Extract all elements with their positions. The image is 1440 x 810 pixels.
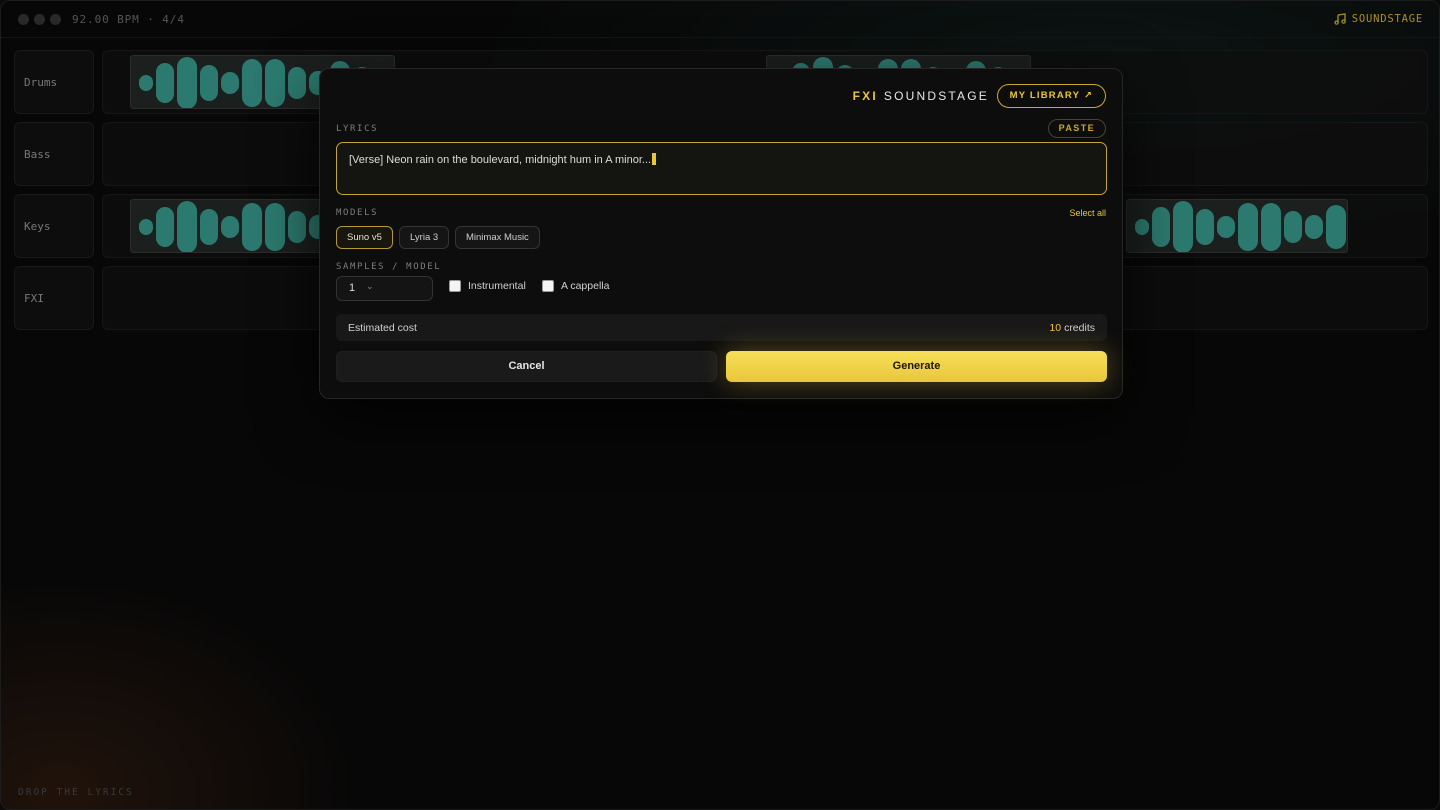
instrumental-label: Instrumental [468,280,526,292]
samples-select[interactable]: 1 ⌄ [336,276,433,301]
text-caret [652,153,657,165]
samples-value: 1 [349,282,356,294]
model-chip-suno[interactable]: Suno v5 [336,226,393,249]
model-chip-minimax[interactable]: Minimax Music [455,226,540,249]
acappella-checkbox[interactable] [542,280,554,292]
lyrics-text: [Verse] Neon rain on the boulevard, midn… [349,154,652,166]
dialog-brand: FXI SOUNDSTAGE [853,89,989,103]
select-all-link[interactable]: Select all [1069,208,1106,218]
samples-label: SAMPLES / MODEL [336,262,442,272]
app-window: 92.00 BPM · 4/4 SOUNDSTAGE Drums Bass Ke… [0,0,1440,810]
instrumental-option[interactable]: Instrumental [449,280,526,292]
generate-button[interactable]: Generate [726,351,1107,382]
acappella-label: A cappella [561,280,610,292]
acappella-option[interactable]: A cappella [542,280,609,292]
paste-button[interactable]: PASTE [1047,119,1106,138]
cost-unit: credits [1064,322,1095,334]
cost-value: 10 credits [1049,322,1095,334]
my-library-button[interactable]: MY LIBRARY ↗ [996,84,1106,108]
generate-dialog: FXI SOUNDSTAGE MY LIBRARY ↗ LYRICS PASTE … [319,68,1123,399]
lyrics-label: LYRICS [336,124,379,134]
cost-label: Estimated cost [348,322,417,334]
cost-row: Estimated cost 10 credits [336,314,1107,341]
model-chip-lyria[interactable]: Lyria 3 [399,226,450,249]
lyrics-input[interactable]: [Verse] Neon rain on the boulevard, midn… [336,142,1107,195]
cost-number: 10 [1049,322,1062,334]
dialog-brand-name: SOUNDSTAGE [883,89,989,103]
chevron-down-icon: ⌄ [366,281,374,291]
instrumental-checkbox[interactable] [449,280,461,292]
models-label: MODELS [336,208,379,218]
dialog-brand-prefix: FXI [852,89,878,103]
cancel-button[interactable]: Cancel [336,351,717,382]
